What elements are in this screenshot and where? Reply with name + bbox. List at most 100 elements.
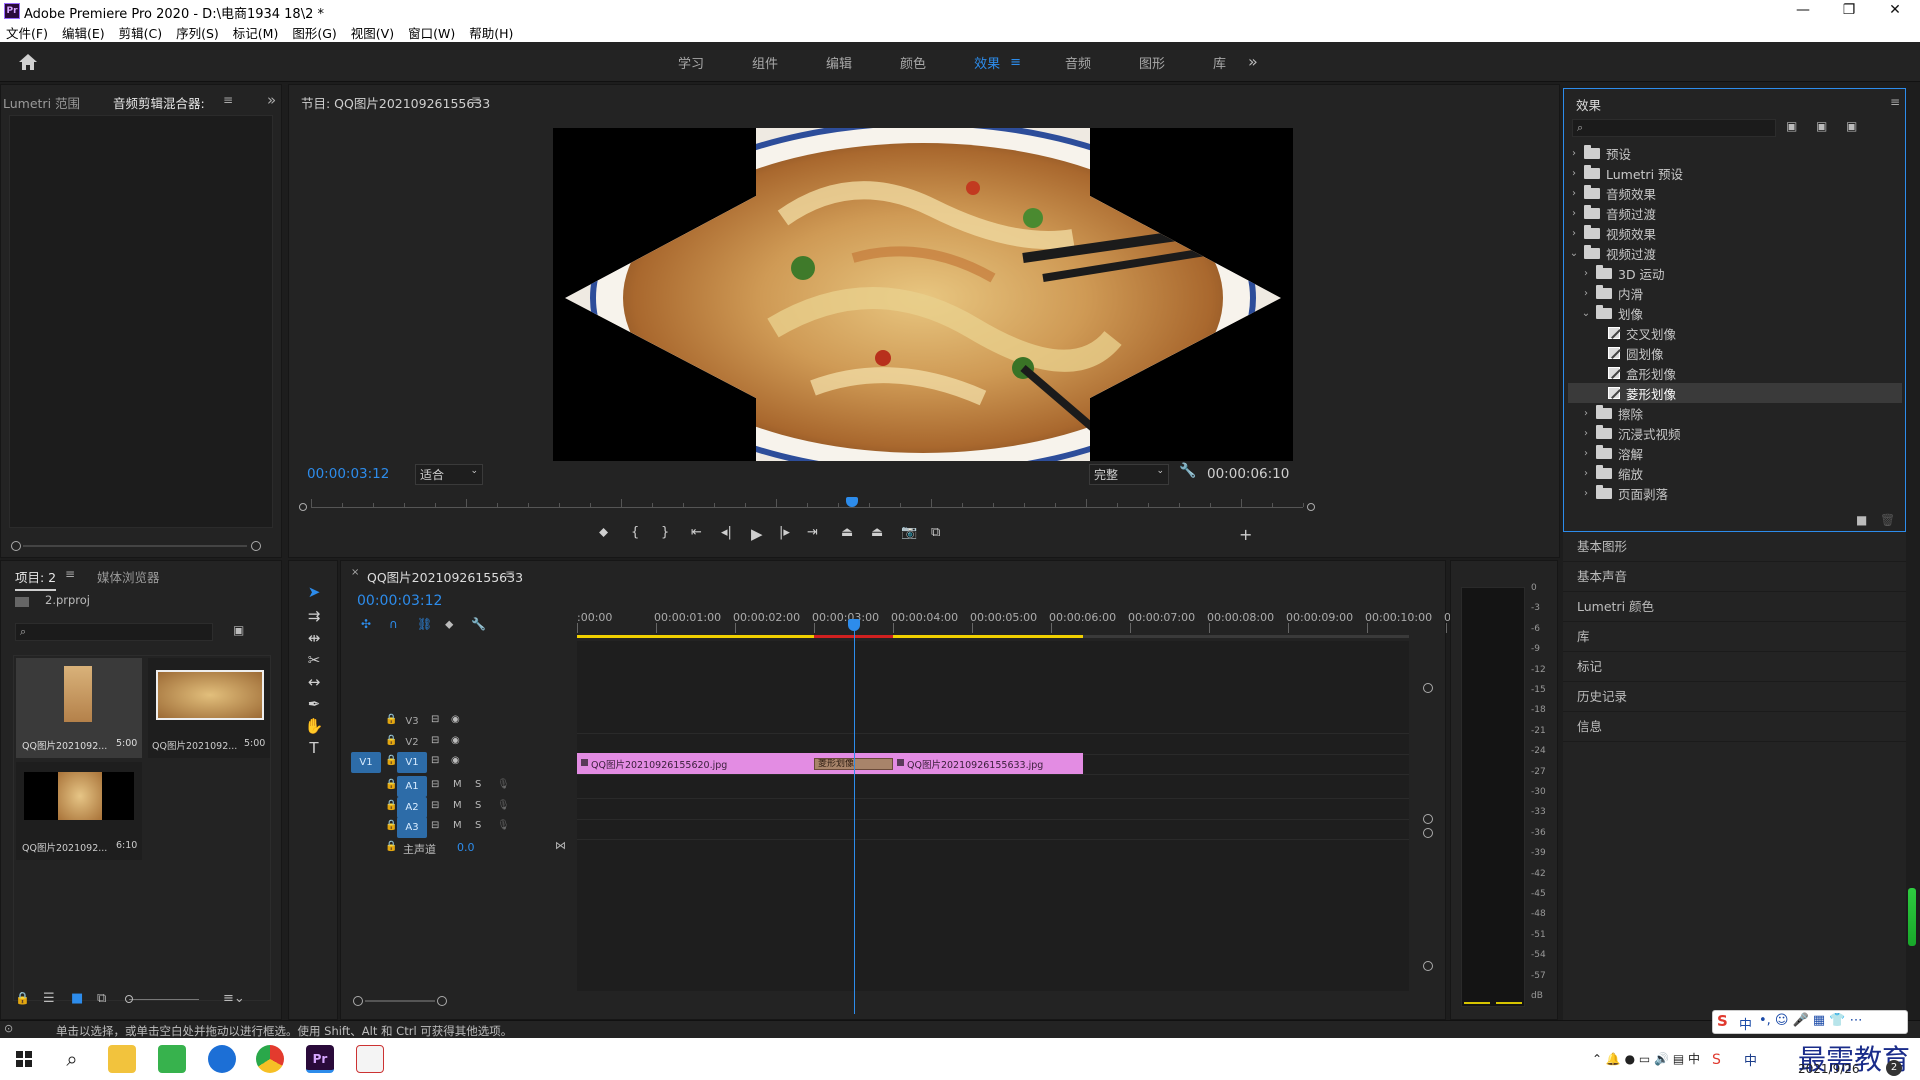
track-header-a3[interactable]: 🔒 A3 ⊟ M S 🎙	[341, 817, 577, 841]
solo-button[interactable]: S	[475, 800, 481, 811]
source-patch-v1[interactable]: V1	[351, 752, 381, 773]
workspace-tab-editing[interactable]: 编辑	[826, 53, 852, 72]
ime-logo-icon[interactable]: S	[1717, 1012, 1728, 1030]
add-marker-icon[interactable]: ⬥	[445, 617, 453, 632]
menu-markers[interactable]: 标记(M)	[233, 23, 279, 42]
go-to-in-icon[interactable]: ⇤	[691, 525, 702, 540]
more-workspaces-icon[interactable]: »	[1248, 52, 1258, 71]
track-visibility-eye-icon[interactable]: ◉	[451, 714, 460, 725]
sync-lock-icon[interactable]: ⊟	[431, 735, 439, 746]
effects-tree-item[interactable]: › 视频效果	[1568, 223, 1902, 243]
project-search-input[interactable]: ⌕	[15, 623, 213, 641]
chevron-right-icon[interactable]: ›	[1568, 168, 1580, 179]
effects-tree-item[interactable]: › 音频效果	[1568, 183, 1902, 203]
mute-button[interactable]: M	[453, 800, 462, 811]
chevron-right-icon[interactable]: ›	[1580, 268, 1592, 279]
timeline-playhead-line[interactable]	[853, 619, 855, 1014]
voice-over-mic-icon[interactable]: 🎙	[497, 820, 510, 831]
export-frame-icon[interactable]: 📷	[901, 525, 917, 540]
effects-tree-item[interactable]: › 3D 运动	[1568, 263, 1902, 283]
panel-menu-icon[interactable]: ≡	[223, 93, 233, 107]
yuv-effects-icon[interactable]: ▣	[1846, 119, 1857, 133]
paint-icon[interactable]	[356, 1045, 384, 1073]
effects-tree-item[interactable]: › Lumetri 预设	[1568, 163, 1902, 183]
snap-icon[interactable]: ∩	[389, 617, 398, 631]
sync-lock-icon[interactable]: ⊟	[431, 714, 439, 725]
chevron-right-icon[interactable]: ›	[1580, 448, 1592, 459]
effects-tree-item[interactable]: › 音频过渡	[1568, 203, 1902, 223]
track-lock-icon[interactable]: 🔒	[385, 755, 397, 766]
comparison-view-icon[interactable]: ⧉	[931, 525, 940, 540]
tab-audio-clip-mixer[interactable]: 音频剪辑混合器:	[113, 93, 205, 117]
home-icon[interactable]	[18, 53, 38, 71]
workspace-tab-color[interactable]: 颜色	[900, 53, 926, 72]
program-menu-icon[interactable]: ≡	[471, 93, 481, 107]
chevron-right-icon[interactable]: ›	[1568, 148, 1580, 159]
new-search-bin-icon[interactable]: ▣	[233, 623, 244, 637]
timeline-clip[interactable]: QQ图片20210926155620.jpg	[577, 753, 814, 774]
effects-search-input[interactable]: ⌕	[1572, 119, 1776, 137]
workspace-tab-effects[interactable]: 效果	[974, 53, 1000, 72]
chevron-down-icon[interactable]: ⌄	[1580, 308, 1592, 319]
menu-graphics[interactable]: 图形(G)	[292, 23, 336, 42]
menu-help[interactable]: 帮助(H)	[469, 23, 513, 42]
minimize-button[interactable]: —	[1780, 0, 1826, 22]
ime-toolbar[interactable]: S 中 •, ☺ 🎤 ▦ 👕 ⋯	[1712, 1010, 1908, 1034]
panel-essential-graphics[interactable]: 基本图形	[1563, 532, 1906, 562]
add-button-icon[interactable]: +	[1239, 525, 1252, 544]
play-icon[interactable]: ▶	[751, 525, 763, 543]
sequence-tab[interactable]: QQ图片20210926155633	[367, 567, 523, 586]
browser-icon[interactable]	[208, 1045, 236, 1073]
voice-over-mic-icon[interactable]: 🎙	[497, 800, 510, 811]
32bit-effects-icon[interactable]: ▣	[1816, 119, 1827, 133]
panel-libraries[interactable]: 库	[1563, 622, 1906, 652]
chevron-right-icon[interactable]: ›	[1568, 208, 1580, 219]
mark-out-icon[interactable]: }	[661, 525, 669, 540]
type-tool-icon[interactable]: T	[303, 737, 325, 759]
effects-tree-item[interactable]: › 擦除	[1568, 403, 1902, 423]
razor-tool-icon[interactable]: ✂	[303, 649, 325, 671]
menu-view[interactable]: 视图(V)	[351, 23, 394, 42]
timeline-current-time[interactable]: 00:00:03:12	[357, 593, 442, 609]
track-target-a1[interactable]: A1	[397, 776, 427, 797]
track-target-a2[interactable]: A2	[397, 796, 427, 818]
scroll-handle[interactable]	[1423, 814, 1433, 824]
chevron-down-icon[interactable]: ⌄	[1568, 248, 1580, 259]
track-lock-icon[interactable]: 🔒	[385, 820, 397, 831]
windows-start-icon[interactable]	[10, 1045, 38, 1073]
track-select-tool-icon[interactable]: ⇉	[303, 605, 325, 627]
effects-tree-item[interactable]: › 页面剥落	[1568, 483, 1902, 503]
zoom-level-select[interactable]: 适合 ⌄	[415, 464, 483, 485]
track-lock-icon[interactable]: 🔒	[385, 714, 397, 725]
sync-lock-icon[interactable]: ⊟	[431, 755, 439, 766]
program-current-time[interactable]: 00:00:03:12	[307, 466, 389, 482]
panel-info[interactable]: 信息	[1563, 712, 1906, 742]
slip-tool-icon[interactable]: ↔	[303, 671, 325, 693]
effects-tree-item[interactable]: ⌄ 视频过渡	[1568, 243, 1902, 263]
go-to-end-icon[interactable]: ⋈	[555, 839, 566, 852]
effects-tree-item[interactable]: 菱形划像	[1568, 383, 1902, 403]
program-playhead[interactable]	[845, 497, 858, 507]
workspace-tab-libraries[interactable]: 库	[1213, 53, 1226, 72]
step-back-icon[interactable]: ◂|	[721, 525, 732, 540]
expand-panels-icon[interactable]: »	[267, 91, 276, 109]
lift-icon[interactable]: ⏏	[841, 525, 853, 540]
mark-in-icon[interactable]: {	[631, 525, 639, 540]
timeline-playhead-handle[interactable]	[847, 619, 860, 631]
effects-tree-item[interactable]: 圆划像	[1568, 343, 1902, 363]
chevron-right-icon[interactable]: ›	[1568, 228, 1580, 239]
ime-tools-icon[interactable]: •, ☺ 🎤 ▦ 👕 ⋯	[1759, 1013, 1863, 1028]
add-marker-icon[interactable]: ⬥	[599, 525, 608, 540]
settings-wrench-icon[interactable]: 🔧	[1179, 463, 1196, 479]
chrome-icon[interactable]	[256, 1045, 284, 1073]
search-icon[interactable]: ⌕	[58, 1045, 86, 1073]
chevron-right-icon[interactable]: ›	[1568, 188, 1580, 199]
workspace-tab-audio[interactable]: 音频	[1065, 53, 1091, 72]
sort-icon[interactable]: ≡⌄	[223, 991, 245, 1006]
accelerated-effects-icon[interactable]: ▣	[1786, 119, 1797, 133]
chevron-right-icon[interactable]: ›	[1580, 428, 1592, 439]
nest-icon[interactable]: ✣	[361, 617, 371, 631]
pen-tool-icon[interactable]: ✒	[303, 693, 325, 715]
track-target-v2[interactable]: V2	[397, 732, 427, 753]
track-area[interactable]	[577, 641, 1409, 991]
